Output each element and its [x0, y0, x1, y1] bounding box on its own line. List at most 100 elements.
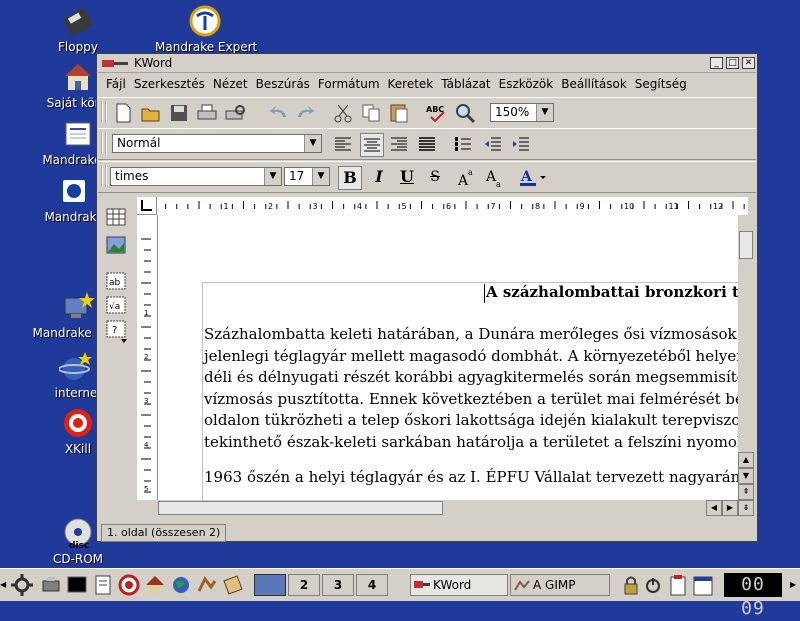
picture-tool-icon[interactable]	[105, 235, 127, 258]
menu-frames[interactable]: Keretek	[388, 77, 434, 91]
task-kword[interactable]: KWord	[410, 574, 508, 596]
copy-icon	[362, 104, 380, 122]
scroll-right-button[interactable]: ▶	[722, 500, 738, 516]
formula-tool-icon[interactable]: √a	[105, 295, 127, 318]
new-document-button[interactable]	[112, 102, 134, 124]
menu-table[interactable]: Táblázat	[441, 77, 490, 91]
save-button[interactable]	[168, 102, 190, 124]
print-preview-button[interactable]	[224, 102, 246, 124]
k-menu-icon[interactable]	[10, 573, 34, 597]
text-editor-icon[interactable]	[92, 573, 114, 597]
decrease-indent-button[interactable]	[482, 133, 504, 155]
mandrake-news-icon	[61, 117, 95, 151]
redo-button[interactable]	[294, 102, 316, 124]
vertical-scrollbar[interactable]: ▲ ▼ ⇞	[738, 215, 754, 500]
menu-format[interactable]: Formátum	[318, 77, 380, 91]
document-body[interactable]: Százhalombatta keleti határában, a Dunár…	[204, 324, 738, 489]
panel-hide-button[interactable]: ◀	[0, 571, 8, 599]
panel-hide-right-button[interactable]: ▶	[790, 571, 798, 599]
desktop-pager-2[interactable]: 2	[288, 574, 320, 596]
prev-page-button[interactable]: ⇞	[738, 484, 754, 500]
control-center-icon[interactable]	[40, 573, 62, 597]
bold-button[interactable]: B	[338, 166, 362, 190]
document-canvas[interactable]: A százhalombattai bronzkori tel Százhalo…	[158, 215, 738, 500]
maximize-button[interactable]: □	[726, 57, 739, 69]
office-launcher-icon[interactable]	[222, 573, 244, 597]
desktop-pager-3[interactable]: 3	[322, 574, 354, 596]
cut-button[interactable]	[332, 102, 354, 124]
document-title[interactable]: A százhalombattai bronzkori tel	[486, 283, 738, 301]
desktop-pager-1[interactable]	[254, 574, 286, 596]
table-tool-icon[interactable]	[105, 207, 127, 230]
scroll-left-button[interactable]: ◀	[706, 500, 722, 516]
menu-tools[interactable]: Eszközök	[499, 77, 554, 91]
toolbar-handle[interactable]	[101, 165, 107, 187]
ruler-number: 5	[402, 202, 407, 211]
window-titlebar[interactable]: KWord _ □ ✕	[98, 55, 756, 73]
clipboard-icon[interactable]	[668, 573, 688, 597]
italic-button[interactable]: I	[368, 166, 390, 188]
strikethrough-button[interactable]: S	[424, 166, 446, 188]
superscript-button[interactable]: Aa	[456, 166, 478, 189]
desktop-icon-floppy[interactable]: Floppy	[28, 4, 128, 54]
statusbar: 1. oldal (összesen 2)	[98, 524, 756, 542]
window-menu-icon[interactable]	[102, 57, 130, 73]
home-icon[interactable]	[144, 573, 166, 597]
zoom-select[interactable]: 150% ▼	[490, 103, 554, 122]
paste-button[interactable]	[388, 102, 410, 124]
menu-settings[interactable]: Beállítások	[561, 77, 627, 91]
style-select[interactable]: Normál ▼	[112, 134, 322, 153]
logout-icon[interactable]	[644, 573, 662, 597]
task-gimp[interactable]: A GIMP	[510, 574, 610, 596]
text-frame-tool-icon[interactable]: ab	[105, 271, 127, 294]
calendar-icon[interactable]	[692, 573, 714, 597]
lock-screen-icon[interactable]	[622, 573, 640, 597]
align-center-button[interactable]	[360, 133, 384, 157]
toolbar-handle[interactable]	[101, 101, 107, 123]
align-right-button[interactable]	[388, 133, 410, 155]
increase-indent-button[interactable]	[510, 133, 532, 155]
underline-button[interactable]: U	[396, 166, 418, 188]
clock[interactable]: 00 09	[724, 573, 782, 619]
browser-icon[interactable]	[170, 573, 192, 597]
align-justify-button[interactable]	[416, 133, 438, 155]
desktop-pager-4[interactable]: 4	[356, 574, 388, 596]
desktop-icon-label: Floppy	[58, 40, 98, 54]
text-color-button[interactable]: A	[518, 166, 552, 188]
desktop-icon-mandrake-expert[interactable]: Mandrake Expert	[155, 4, 257, 54]
gimp-launcher-icon[interactable]	[196, 573, 218, 597]
task-label: A GIMP	[533, 578, 576, 592]
part-tool-icon[interactable]: ?	[105, 319, 127, 348]
terminal-icon[interactable]	[66, 573, 88, 597]
vertical-ruler[interactable]: 123456	[137, 215, 158, 500]
font-size-select[interactable]: 17 ▼	[284, 167, 330, 186]
numbered-list-button[interactable]	[452, 133, 474, 155]
close-button[interactable]: ✕	[742, 57, 755, 69]
horizontal-scrollbar[interactable]: ◀ ▶	[158, 500, 738, 516]
next-page-button[interactable]: ⇟	[738, 500, 754, 516]
menu-insert[interactable]: Beszúrás	[256, 77, 310, 91]
scroll-thumb[interactable]	[739, 231, 753, 259]
help-icon[interactable]	[118, 573, 140, 597]
scroll-down-button[interactable]: ▼	[738, 468, 754, 484]
open-button[interactable]	[140, 102, 162, 124]
horizontal-ruler[interactable]: 12345678910111213	[157, 197, 748, 216]
menu-file[interactable]: Fájl	[106, 77, 126, 91]
scroll-thumb[interactable]	[158, 501, 443, 515]
print-button[interactable]	[196, 102, 218, 124]
menu-edit[interactable]: Szerkesztés	[134, 77, 205, 91]
font-select[interactable]: times ▼	[110, 167, 282, 186]
print-icon	[197, 104, 217, 120]
scroll-up-button[interactable]: ▲	[738, 452, 754, 468]
menu-view[interactable]: Nézet	[213, 77, 248, 91]
subscript-button[interactable]: Aa	[484, 166, 506, 189]
minimize-button[interactable]: _	[710, 57, 723, 69]
superscript-icon: Aa	[457, 168, 473, 189]
spellcheck-button[interactable]: ABC	[426, 102, 448, 124]
copy-button[interactable]	[360, 102, 382, 124]
find-button[interactable]	[454, 102, 476, 124]
toolbar-handle[interactable]	[101, 132, 107, 154]
menu-help[interactable]: Segítség	[635, 77, 687, 91]
undo-button[interactable]	[268, 102, 290, 124]
align-left-button[interactable]	[332, 133, 354, 155]
